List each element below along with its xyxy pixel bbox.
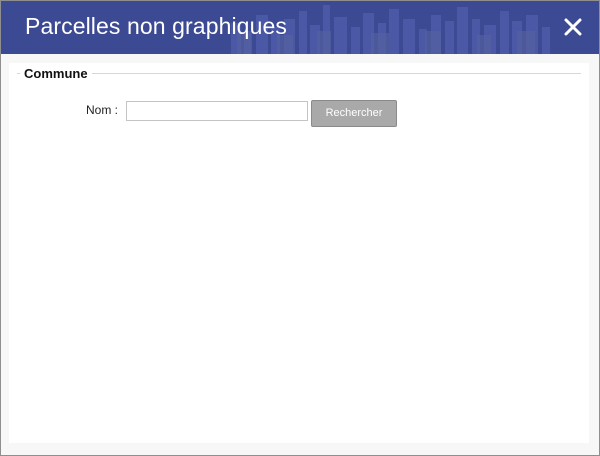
dialog-content: Commune Nom : Rechercher [9,63,589,443]
close-button[interactable] [561,15,585,39]
commune-legend: Commune [20,66,92,81]
rechercher-button[interactable]: Rechercher [311,100,397,127]
close-icon[interactable] [561,15,585,39]
nom-input[interactable] [126,101,308,121]
nom-label: Nom : [86,103,119,117]
parcelles-dialog: Parcelles non graphiques Commune Nom : R… [0,0,600,456]
commune-fieldset-divider [17,73,581,74]
dialog-title: Parcelles non graphiques [25,13,287,39]
dialog-titlebar[interactable]: Parcelles non graphiques [1,1,599,54]
